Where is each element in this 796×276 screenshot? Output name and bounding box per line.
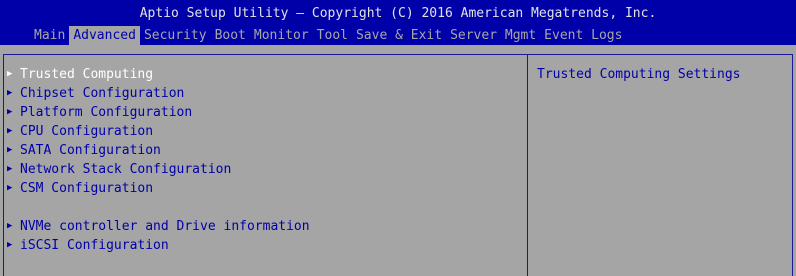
menu-item-trusted-computing[interactable]: ▶ Trusted Computing [7,65,310,84]
menu-item-label: Network Stack Configuration [20,162,232,177]
tab-event-logs[interactable]: Event Logs [540,26,626,45]
header-bar: Aptio Setup Utility – Copyright (C) 2016… [0,0,796,45]
menu-item-sata-configuration[interactable]: ▶ SATA Configuration [7,141,310,160]
help-text: Trusted Computing Settings [537,67,741,82]
menu-item-iscsi-configuration[interactable]: ▶ iSCSI Configuration [7,236,310,255]
window-title: Aptio Setup Utility – Copyright (C) 2016… [139,6,657,21]
menu-item-network-stack-configuration[interactable]: ▶ Network Stack Configuration [7,160,310,179]
menu-item-label: Platform Configuration [20,105,193,120]
tab-boot[interactable]: Boot [211,26,250,45]
menu-item-cpu-configuration[interactable]: ▶ CPU Configuration [7,122,310,141]
bios-setup-screen: Aptio Setup Utility – Copyright (C) 2016… [0,0,796,276]
tab-tool[interactable]: Tool [313,26,352,45]
triangle-right-icon: ▶ [7,221,13,231]
menu-spacer [7,198,310,217]
menu-item-label: Trusted Computing [20,67,154,82]
triangle-right-icon: ▶ [7,69,13,79]
menu-item-label: NVMe controller and Drive information [20,219,310,234]
menu-item-label: Chipset Configuration [20,86,185,101]
tab-bar: Main Advanced Security Boot Monitor Tool… [30,26,626,45]
advanced-menu: ▶ Trusted Computing ▶ Chipset Configurat… [7,65,310,255]
tab-server-mgmt[interactable]: Server Mgmt [446,26,540,45]
menu-item-label: iSCSI Configuration [20,238,169,253]
triangle-right-icon: ▶ [7,183,13,193]
triangle-right-icon: ▶ [7,126,13,136]
tab-security[interactable]: Security [140,26,211,45]
menu-item-chipset-configuration[interactable]: ▶ Chipset Configuration [7,84,310,103]
tab-main[interactable]: Main [30,26,69,45]
triangle-right-icon: ▶ [7,107,13,117]
tab-monitor[interactable]: Monitor [250,26,313,45]
menu-item-label: CSM Configuration [20,181,154,196]
tab-save-exit[interactable]: Save & Exit [352,26,446,45]
help-panel: Trusted Computing Settings [528,54,793,276]
tab-advanced[interactable]: Advanced [69,26,140,45]
triangle-right-icon: ▶ [7,88,13,98]
triangle-right-icon: ▶ [7,164,13,174]
triangle-right-icon: ▶ [7,240,13,250]
triangle-right-icon: ▶ [7,145,13,155]
menu-item-nvme-controller[interactable]: ▶ NVMe controller and Drive information [7,217,310,236]
menu-item-platform-configuration[interactable]: ▶ Platform Configuration [7,103,310,122]
menu-item-label: CPU Configuration [20,124,154,139]
menu-item-csm-configuration[interactable]: ▶ CSM Configuration [7,179,310,198]
menu-item-label: SATA Configuration [20,143,161,158]
menu-panel: ▶ Trusted Computing ▶ Chipset Configurat… [3,54,528,276]
